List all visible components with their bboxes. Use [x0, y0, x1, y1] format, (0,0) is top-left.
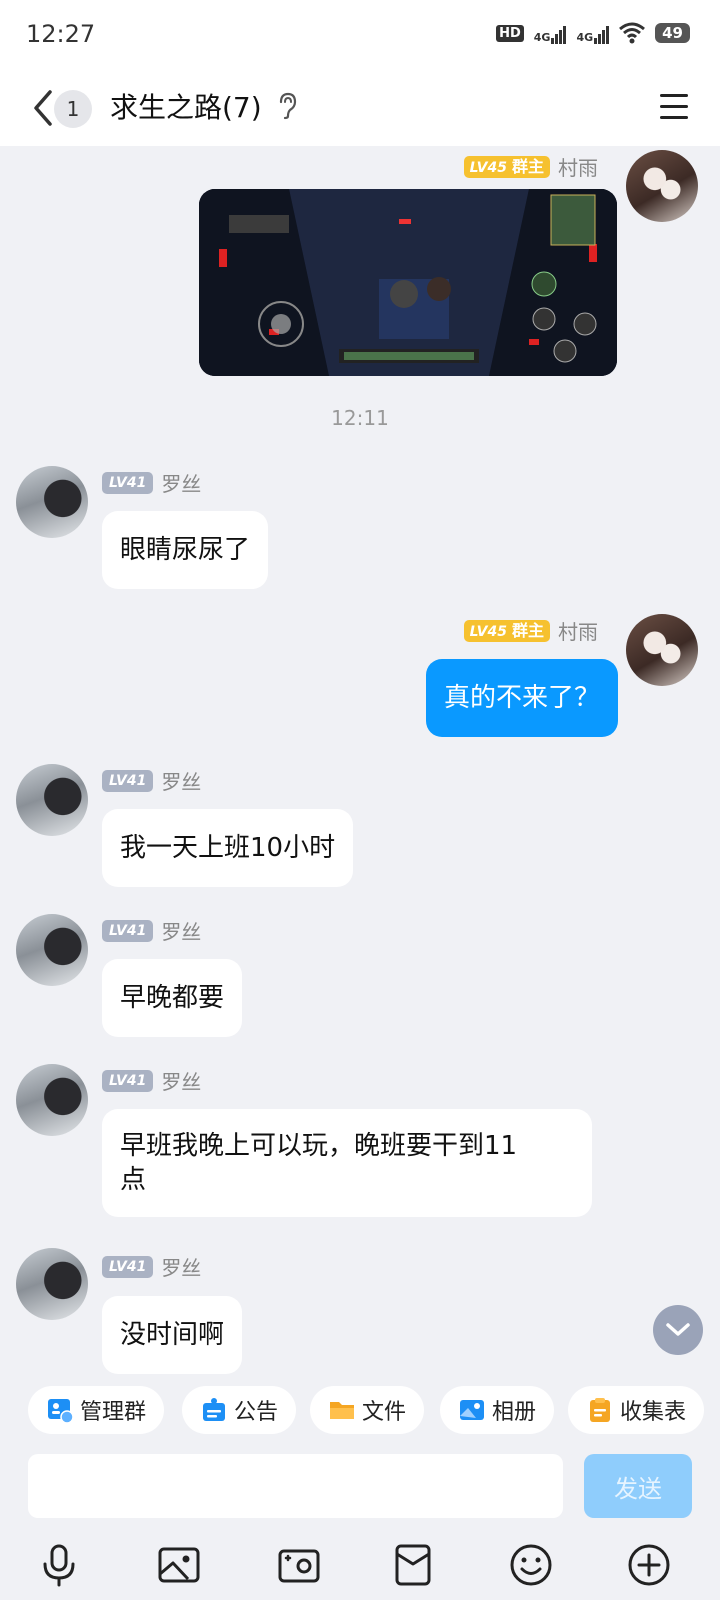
message-bubble[interactable]: 没时间啊	[102, 1296, 243, 1374]
hd-icon: HD	[496, 24, 524, 42]
level-badge: LV41	[102, 1069, 154, 1092]
avatar[interactable]	[16, 1248, 88, 1320]
quick-action-label: 相册	[492, 1400, 537, 1425]
level-badge: LV41	[102, 919, 154, 942]
unread-badge[interactable]: 1	[54, 90, 92, 128]
folder-icon	[330, 1402, 354, 1419]
wifi-icon	[619, 22, 646, 44]
emoji-icon[interactable]	[508, 1542, 554, 1588]
message-input[interactable]	[28, 1454, 563, 1518]
sender-name: 罗丝	[161, 920, 202, 944]
game-screenshot-image[interactable]	[199, 189, 617, 376]
album-icon	[460, 1400, 484, 1420]
camera-icon[interactable]	[276, 1542, 322, 1588]
earpiece-mode-icon	[279, 92, 297, 120]
message-meta: LV41 罗丝	[102, 1066, 201, 1095]
quick-action-label: 管理群	[80, 1400, 147, 1425]
level-badge: LV41	[102, 1255, 154, 1278]
message-meta: LV45 群主 村雨	[463, 152, 598, 181]
chevron-down-icon	[666, 1323, 690, 1336]
message-bubble[interactable]: 眼睛尿尿了	[102, 511, 269, 589]
group-title: 求生之路(7)	[110, 91, 262, 124]
collection-form-button[interactable]: 收集表	[568, 1386, 705, 1434]
game-scene	[199, 189, 617, 376]
battery-icon: 49	[655, 23, 690, 43]
microphone-icon[interactable]	[36, 1542, 82, 1588]
avatar[interactable]	[626, 150, 698, 222]
message-meta: LV45 群主 村雨	[463, 616, 598, 645]
send-button[interactable]: 发送	[584, 1454, 692, 1518]
message-bubble[interactable]: 我一天上班10小时	[102, 809, 354, 887]
plus-icon[interactable]	[626, 1542, 672, 1588]
avatar[interactable]	[16, 466, 88, 538]
scroll-to-bottom-button[interactable]	[653, 1305, 703, 1355]
sender-name: 村雨	[558, 156, 598, 180]
signal-icon: 4G	[534, 22, 567, 44]
message-meta: LV41 罗丝	[102, 1252, 201, 1281]
announcement-icon	[203, 1398, 225, 1421]
sender-name: 罗丝	[161, 472, 202, 496]
clipboard-icon	[590, 1398, 610, 1422]
status-bar: 12:27 HD 4G 4G 49	[0, 0, 720, 70]
menu-icon[interactable]	[658, 88, 690, 124]
chat-header: 1 求生之路(7)	[0, 70, 720, 146]
sender-name: 罗丝	[161, 1070, 202, 1094]
files-button[interactable]: 文件	[310, 1386, 425, 1434]
quick-action-label: 文件	[362, 1400, 407, 1425]
message-meta: LV41 罗丝	[102, 468, 201, 497]
chat-timestamp: 12:11	[331, 406, 389, 430]
status-time: 12:27	[26, 20, 96, 48]
avatar[interactable]	[16, 1064, 88, 1136]
message-meta: LV41 罗丝	[102, 916, 201, 945]
manage-group-button[interactable]: 管理群	[28, 1386, 165, 1434]
announcement-button[interactable]: 公告	[182, 1386, 297, 1434]
manage-group-icon	[48, 1399, 74, 1424]
quick-action-label: 收集表	[620, 1400, 687, 1425]
sender-name: 罗丝	[161, 1256, 202, 1280]
avatar[interactable]	[16, 764, 88, 836]
message-bubble[interactable]: 早班我晚上可以玩，晚班要干到11 点	[102, 1109, 592, 1217]
message-bubble[interactable]: 早晚都要	[102, 959, 243, 1037]
quick-action-label: 公告	[234, 1400, 279, 1425]
image-icon[interactable]	[156, 1542, 202, 1588]
avatar[interactable]	[626, 614, 698, 686]
chat-messages[interactable]: LV45 群主 村雨 12:11 LV41 罗丝 眼睛尿尿了 LV45 群主 村…	[0, 146, 720, 1380]
sender-name: 罗丝	[161, 770, 202, 794]
red-packet-icon[interactable]	[390, 1542, 436, 1588]
album-button[interactable]: 相册	[440, 1386, 555, 1434]
message-bubble-self[interactable]: 真的不来了？	[425, 659, 618, 737]
signal-icon-2: 4G	[576, 22, 610, 44]
sender-name: 村雨	[558, 620, 598, 644]
message-meta: LV41 罗丝	[102, 766, 201, 795]
level-badge: LV45 群主	[463, 155, 550, 178]
level-badge: LV41	[102, 769, 154, 792]
avatar[interactable]	[16, 914, 88, 986]
input-bar: 发送	[0, 1448, 720, 1600]
level-badge: LV45 群主	[463, 619, 550, 642]
quick-actions-bar: 管理群 公告 文件 相册 收集表	[0, 1380, 720, 1448]
level-badge: LV41	[102, 471, 154, 494]
status-icons: HD 4G 4G 49	[496, 22, 690, 44]
